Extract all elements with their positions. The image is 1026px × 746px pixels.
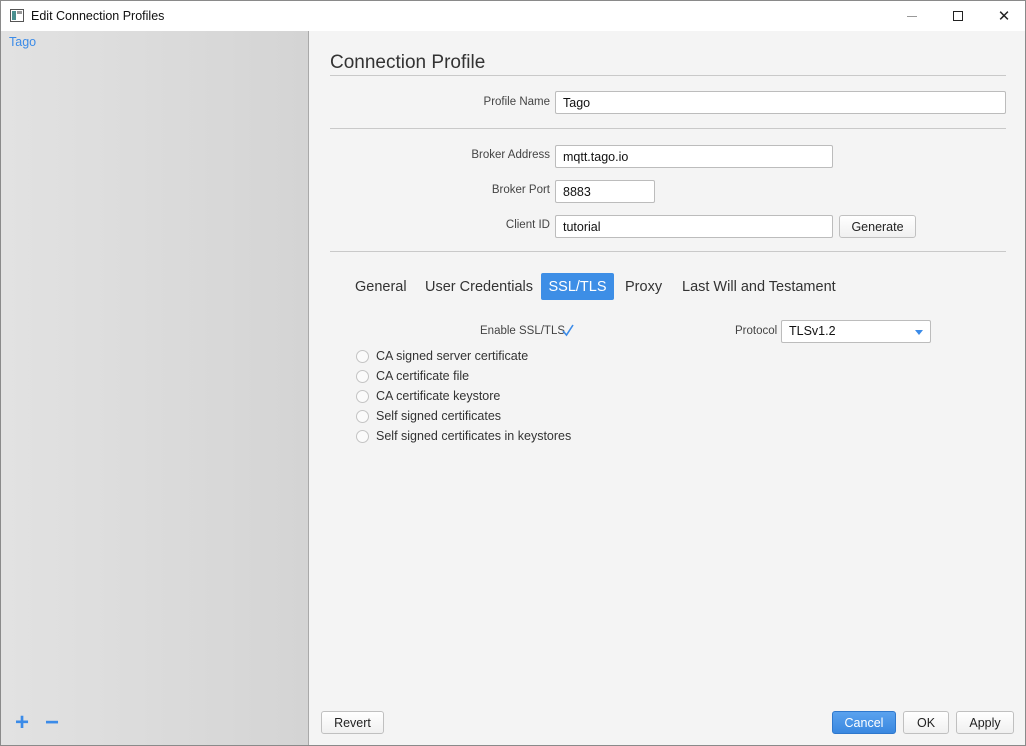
chevron-down-icon <box>915 330 923 335</box>
protocol-label: Protocol <box>735 325 778 337</box>
radio-label: Self signed certificates in keystores <box>376 429 572 443</box>
broker-address-label: Broker Address <box>471 149 550 161</box>
minimize-icon <box>907 15 917 17</box>
maximize-button[interactable] <box>935 1 981 31</box>
divider <box>330 251 1006 252</box>
radio-ca-certificate-file[interactable]: CA certificate file <box>356 368 469 384</box>
ok-button[interactable]: OK <box>903 711 949 734</box>
profile-name-input[interactable] <box>555 91 1006 114</box>
profile-name-label: Profile Name <box>483 96 550 108</box>
title-bar[interactable]: Edit Connection Profiles ✕ <box>1 1 1025 31</box>
tab-general[interactable]: General <box>345 273 417 300</box>
generate-button[interactable]: Generate <box>839 215 916 238</box>
add-profile-button[interactable]: + <box>15 711 29 735</box>
protocol-value: TLSv1.2 <box>789 324 836 338</box>
close-button[interactable]: ✕ <box>981 1 1026 31</box>
radio-icon[interactable] <box>356 349 369 363</box>
maximize-icon <box>953 11 963 21</box>
radio-self-signed-certificates-in-keystores[interactable]: Self signed certificates in keystores <box>356 428 571 444</box>
radio-label: CA certificate file <box>376 369 470 383</box>
client-id-label: Client ID <box>505 219 550 231</box>
edit-connection-profiles-window: Edit Connection Profiles ✕ Tago + − Conn… <box>0 0 1026 746</box>
profile-editor-panel: Connection Profile Profile Name Broker A… <box>310 31 1025 745</box>
client-id-input[interactable] <box>555 215 833 238</box>
tab-ssl-tls[interactable]: SSL/TLS <box>541 273 614 300</box>
protocol-select[interactable]: TLSv1.2 <box>781 320 931 343</box>
apply-button[interactable]: Apply <box>956 711 1014 734</box>
broker-port-label: Broker Port <box>491 184 550 196</box>
divider <box>330 128 1006 129</box>
tab-last-will[interactable]: Last Will and Testament <box>672 273 846 300</box>
radio-ca-certificate-keystore[interactable]: CA certificate keystore <box>356 388 500 404</box>
revert-button[interactable]: Revert <box>321 711 384 734</box>
enable-ssl-label: Enable SSL/TLS <box>480 325 566 337</box>
radio-self-signed-certificates[interactable]: Self signed certificates <box>356 408 501 424</box>
radio-ca-signed-server-certificate[interactable]: CA signed server certificate <box>356 348 528 364</box>
broker-address-input[interactable] <box>555 145 833 168</box>
profiles-sidebar: Tago + − <box>1 31 309 745</box>
broker-port-input[interactable] <box>555 180 655 203</box>
tab-user-credentials[interactable]: User Credentials <box>415 273 543 300</box>
radio-label: Self signed certificates <box>376 409 502 423</box>
minimize-button[interactable] <box>889 1 935 31</box>
tab-proxy[interactable]: Proxy <box>615 273 672 300</box>
remove-profile-button[interactable]: − <box>45 711 59 735</box>
close-icon: ✕ <box>997 7 1011 25</box>
radio-icon[interactable] <box>356 389 369 403</box>
divider <box>330 75 1006 76</box>
cancel-button[interactable]: Cancel <box>832 711 896 734</box>
radio-label: CA signed server certificate <box>376 349 529 363</box>
window-title: Edit Connection Profiles <box>31 9 165 23</box>
section-title: Connection Profile <box>330 52 486 73</box>
profile-list-item[interactable]: Tago <box>9 35 36 49</box>
app-icon <box>10 9 24 22</box>
radio-icon[interactable] <box>356 369 369 383</box>
radio-icon[interactable] <box>356 429 369 443</box>
radio-icon[interactable] <box>356 409 369 423</box>
checkmark-icon <box>562 324 574 337</box>
enable-ssl-checkbox[interactable] <box>561 323 575 338</box>
radio-label: CA certificate keystore <box>376 389 501 403</box>
